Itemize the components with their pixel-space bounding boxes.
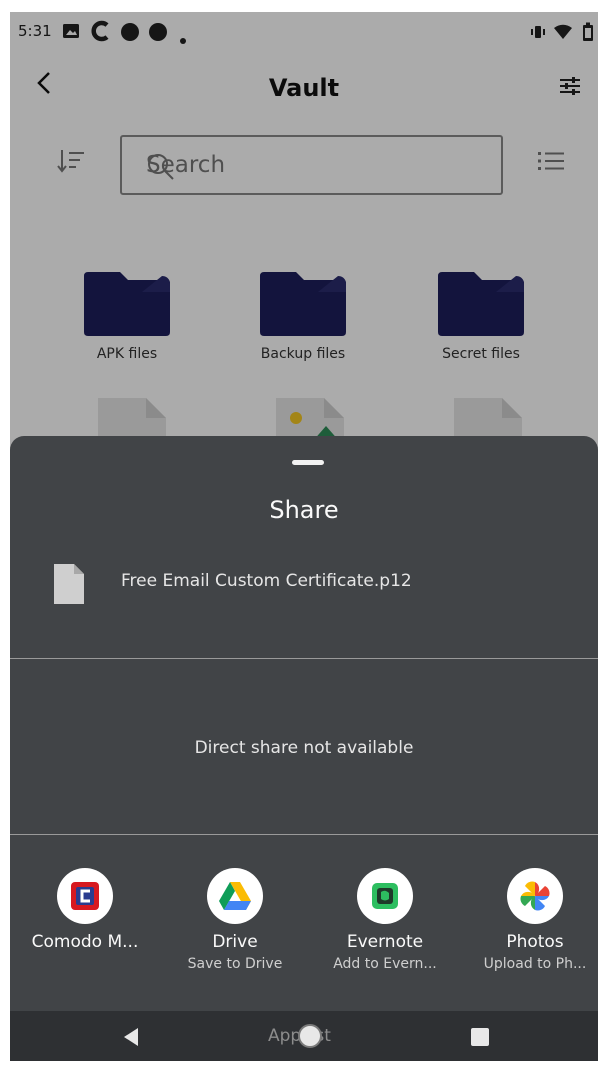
nav-back-icon[interactable] xyxy=(122,1027,140,1051)
google-photos-icon xyxy=(507,868,563,924)
share-title: Share xyxy=(269,496,339,524)
drag-handle[interactable] xyxy=(292,460,324,465)
document-icon xyxy=(52,562,86,610)
direct-share-message: Direct share not available xyxy=(194,738,414,758)
google-drive-icon xyxy=(207,868,263,924)
share-target-sublabel: Upload to Ph... xyxy=(483,956,587,972)
share-target-sublabel: Add to Evern... xyxy=(333,956,437,972)
share-target-label: Photos xyxy=(506,932,564,952)
share-sheet: Share Free Email Custom Certificate.p12 … xyxy=(10,436,598,1011)
share-target-photos[interactable]: Photos Upload to Ph... xyxy=(460,868,598,972)
shared-file-row: Free Email Custom Certificate.p12 xyxy=(10,558,598,618)
evernote-icon xyxy=(357,868,413,924)
system-nav-bar: AppList xyxy=(10,1011,598,1061)
share-target-label: Comodo M... xyxy=(31,932,139,952)
share-target-evernote[interactable]: Evernote Add to Evern... xyxy=(310,868,460,972)
comodo-icon xyxy=(57,868,113,924)
share-target-label: Evernote xyxy=(346,932,424,952)
shared-file-name: Free Email Custom Certificate.p12 xyxy=(121,571,412,591)
share-target-label: Drive xyxy=(212,932,258,952)
device-screen: 5:31 Vault Search APK files Backup files… xyxy=(10,12,598,1061)
divider xyxy=(10,834,598,835)
nav-home-icon[interactable] xyxy=(298,1024,322,1048)
share-target-drive[interactable]: Drive Save to Drive xyxy=(160,868,310,972)
divider xyxy=(10,658,598,659)
nav-recent-icon[interactable] xyxy=(471,1028,489,1046)
share-target-sublabel: Save to Drive xyxy=(187,956,283,972)
share-targets: Comodo M... Drive Save to Drive Evernote… xyxy=(10,868,598,1008)
share-target-comodo[interactable]: Comodo M... xyxy=(10,868,160,956)
